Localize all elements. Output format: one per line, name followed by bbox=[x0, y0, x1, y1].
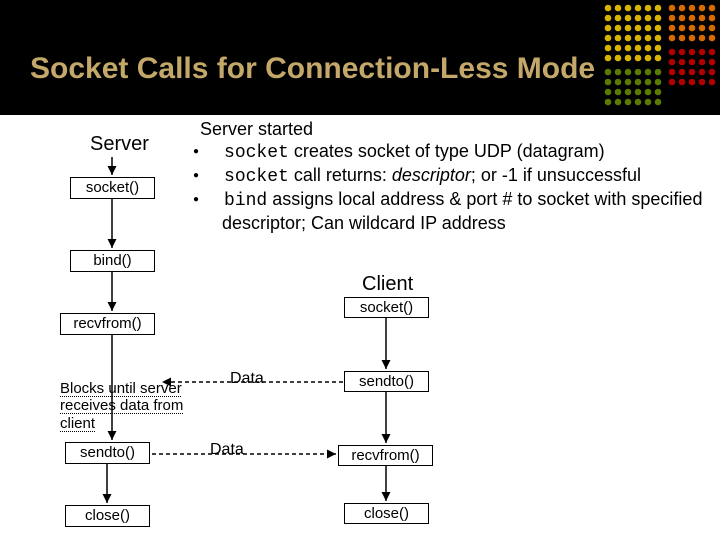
server-bind-box: bind() bbox=[70, 250, 155, 272]
server-close-box: close() bbox=[65, 505, 150, 527]
server-recvfrom-box: recvfrom() bbox=[60, 313, 155, 335]
explain-bullet-3: ● bind assigns local address & port # to… bbox=[200, 189, 705, 235]
server-heading: Server bbox=[90, 133, 149, 156]
client-heading: Client bbox=[362, 273, 413, 296]
explain-bullet-2: ● socket call returns: descriptor; or -1… bbox=[200, 165, 705, 189]
explain-bullet-1: ● socket creates socket of type UDP (dat… bbox=[200, 141, 705, 165]
explanation-block: Server started ● socket creates socket o… bbox=[200, 119, 705, 235]
client-socket-box: socket() bbox=[344, 297, 429, 318]
corner-dots-decoration bbox=[600, 0, 720, 110]
client-close-box: close() bbox=[344, 503, 429, 524]
server-socket-box: socket() bbox=[70, 177, 155, 199]
client-recvfrom-box: recvfrom() bbox=[338, 445, 433, 466]
explain-heading: Server started bbox=[200, 119, 705, 141]
data-label-2: Data bbox=[210, 441, 244, 459]
blocking-note: Blocks until server receives data from c… bbox=[60, 380, 210, 432]
diagram-area: Server Client Server started ● socket cr… bbox=[0, 115, 720, 540]
server-sendto-box: sendto() bbox=[65, 442, 150, 464]
slide-title: Socket Calls for Connection-Less Mode bbox=[30, 52, 595, 86]
client-sendto-box: sendto() bbox=[344, 371, 429, 392]
data-label-1: Data bbox=[230, 370, 264, 388]
